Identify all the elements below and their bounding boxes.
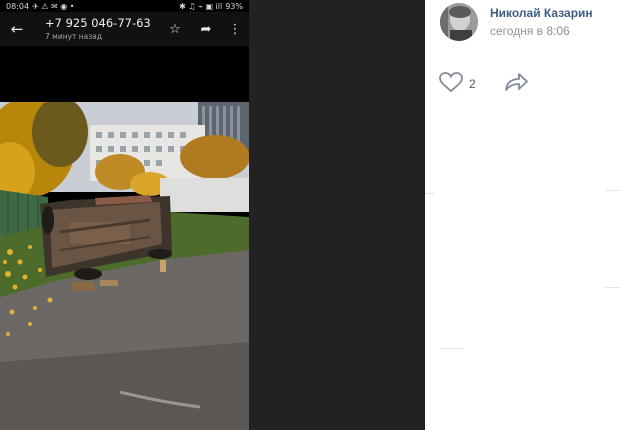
status-time: 08:04: [6, 1, 30, 11]
status-notification-icons: ✈ ⚠ ✉ ◉ •: [32, 1, 75, 11]
dark-background-area: [249, 0, 425, 430]
overturned-car-photo: [0, 102, 249, 430]
like-button[interactable]: 2: [439, 71, 476, 97]
arrow-back-icon[interactable]: ←: [8, 20, 26, 38]
post-date[interactable]: сегодня в 8:06: [490, 24, 570, 38]
battery-level: 93%: [225, 1, 243, 11]
status-system-icons: ✱ ♫ ⌁ ▣ ill: [179, 1, 223, 11]
app-bar: ← +7 925 046-77-63 7 минут назад ☆ ➦ ⋮: [0, 12, 249, 46]
repost-button[interactable]: [504, 72, 530, 97]
divider: [605, 287, 620, 288]
share-arrow-icon: [504, 72, 528, 97]
more-vert-icon[interactable]: ⋮: [227, 20, 243, 38]
post-panel: Николай Казарин сегодня в 8:06 2: [425, 0, 620, 430]
star-icon[interactable]: ☆: [167, 20, 183, 38]
heart-icon: [439, 71, 463, 97]
phone-screenshot: 08:04 ✈ ⚠ ✉ ◉ • ✱ ♫ ⌁ ▣ ill 93% ← +7 925…: [0, 0, 249, 430]
contact-time-ago: 7 минут назад: [45, 32, 103, 41]
contact-number: +7 925 046-77-63: [45, 16, 151, 30]
like-count: 2: [469, 77, 476, 91]
status-bar: 08:04 ✈ ⚠ ✉ ◉ • ✱ ♫ ⌁ ▣ ill 93%: [0, 0, 249, 12]
divider: [605, 190, 620, 191]
share-icon[interactable]: ➦: [198, 20, 214, 38]
divider: [440, 348, 464, 349]
author-name[interactable]: Николай Казарин: [490, 6, 593, 20]
avatar[interactable]: [440, 3, 478, 41]
divider: [425, 193, 435, 194]
